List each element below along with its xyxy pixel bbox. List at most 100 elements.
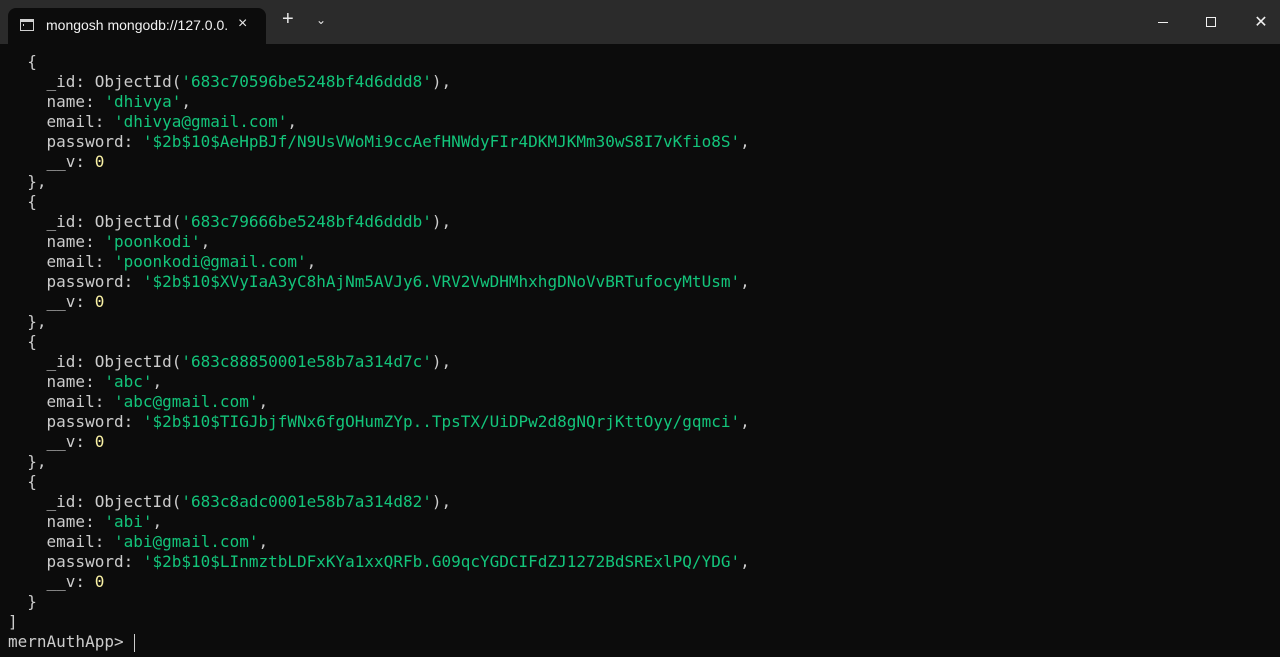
key: password: bbox=[8, 412, 143, 431]
version-value: 0 bbox=[94, 432, 105, 451]
shell-prompt: mernAuthApp> bbox=[8, 632, 124, 651]
object-open: { bbox=[8, 52, 750, 72]
key: password: bbox=[8, 132, 143, 151]
key: __v: bbox=[8, 432, 95, 451]
key: __v: bbox=[8, 152, 95, 171]
brace: }, bbox=[8, 312, 47, 331]
field-name: name: 'dhivya', bbox=[8, 92, 750, 112]
password-value: '$2b$10$LInmztbLDFxKYa1xxQRFb.G09qcYGDCI… bbox=[142, 552, 741, 571]
brace: } bbox=[8, 592, 37, 611]
field-version: __v: 0 bbox=[8, 292, 750, 312]
id-value: '683c88850001e58b7a314d7c' bbox=[181, 352, 432, 371]
text-cursor bbox=[133, 633, 135, 652]
brace: }, bbox=[8, 172, 47, 191]
minimize-button[interactable] bbox=[1138, 0, 1188, 44]
key: name: bbox=[8, 92, 105, 111]
key: email: bbox=[8, 112, 114, 131]
minimize-icon bbox=[1158, 21, 1168, 23]
field-name: name: 'abi', bbox=[8, 512, 750, 532]
key: _id: ObjectId( bbox=[8, 492, 182, 511]
object-open: { bbox=[8, 332, 750, 352]
email-value: 'abc@gmail.com' bbox=[113, 392, 259, 411]
punct: , bbox=[181, 92, 192, 111]
punct: , bbox=[740, 412, 750, 431]
key: email: bbox=[8, 392, 114, 411]
punct: , bbox=[152, 512, 163, 531]
object-close: }, bbox=[8, 312, 750, 332]
email-value: 'poonkodi@gmail.com' bbox=[113, 252, 307, 271]
tab-dropdown-button[interactable]: ⌄ bbox=[316, 13, 326, 27]
password-value: '$2b$10$XVyIaA3yC8hAjNm5AVJy6.VRV2VwDHMh… bbox=[142, 272, 741, 291]
field-name: name: 'abc', bbox=[8, 372, 750, 392]
key: email: bbox=[8, 532, 114, 551]
punct: , bbox=[152, 372, 163, 391]
name-value: 'abi' bbox=[104, 512, 153, 531]
brace: { bbox=[8, 52, 37, 71]
brace: { bbox=[8, 332, 37, 351]
terminal-lines: { _id: ObjectId( '683c70596be5248bf4d6ddd… bbox=[8, 52, 750, 652]
password-value: '$2b$10$TIGJbjfWNx6fgOHumZYp..TpsTX/UiDP… bbox=[142, 412, 741, 431]
name-value: 'abc' bbox=[104, 372, 153, 391]
key: _id: ObjectId( bbox=[8, 212, 182, 231]
field-password: password: '$2b$10$XVyIaA3yC8hAjNm5AVJy6.… bbox=[8, 272, 750, 292]
field-name: name: 'poonkodi', bbox=[8, 232, 750, 252]
key: __v: bbox=[8, 572, 95, 591]
new-tab-button[interactable]: + bbox=[282, 9, 294, 29]
key: name: bbox=[8, 512, 105, 531]
field-id: _id: ObjectId('683c79666be5248bf4d6dddb'… bbox=[8, 212, 750, 232]
version-value: 0 bbox=[94, 292, 105, 311]
name-value: 'dhivya' bbox=[104, 92, 182, 111]
punct: , bbox=[740, 132, 750, 151]
brace: { bbox=[8, 192, 37, 211]
object-open: { bbox=[8, 192, 750, 212]
field-version: __v: 0 bbox=[8, 152, 750, 172]
close-window-button[interactable]: ✕ bbox=[1236, 0, 1280, 44]
key: name: bbox=[8, 372, 105, 391]
field-id: _id: ObjectId('683c8adc0001e58b7a314d82'… bbox=[8, 492, 750, 512]
terminal-output[interactable]: { _id: ObjectId( '683c70596be5248bf4d6ddd… bbox=[0, 44, 1280, 657]
terminal-tab[interactable]: mongosh mongodb://127.0.0. × bbox=[8, 8, 266, 44]
punct: , bbox=[258, 392, 269, 411]
object-close: }, bbox=[8, 452, 750, 472]
field-password: password: '$2b$10$LInmztbLDFxKYa1xxQRFb.… bbox=[8, 552, 750, 572]
email-value: 'abi@gmail.com' bbox=[113, 532, 259, 551]
field-id: _id: ObjectId('683c88850001e58b7a314d7c'… bbox=[8, 352, 750, 372]
punct: , bbox=[306, 252, 317, 271]
punct: , bbox=[287, 112, 297, 131]
punct: , bbox=[258, 532, 269, 551]
key: _id: ObjectId( bbox=[8, 352, 182, 371]
key: password: bbox=[8, 272, 143, 291]
array-close: ] bbox=[8, 612, 750, 632]
field-version: __v: 0 bbox=[8, 572, 750, 592]
punct: , bbox=[200, 232, 211, 251]
punct: ), bbox=[431, 72, 452, 91]
field-email: email: 'poonkodi@gmail.com', bbox=[8, 252, 750, 272]
punct: ), bbox=[431, 352, 452, 371]
brace: }, bbox=[8, 452, 47, 471]
id-value: '683c79666be5248bf4d6dddb' bbox=[181, 212, 432, 231]
key: email: bbox=[8, 252, 114, 271]
field-email: email: 'abc@gmail.com', bbox=[8, 392, 750, 412]
maximize-button[interactable] bbox=[1186, 0, 1236, 44]
punct: , bbox=[740, 552, 750, 571]
punct: ), bbox=[431, 212, 452, 231]
field-password: password: '$2b$10$TIGJbjfWNx6fgOHumZYp..… bbox=[8, 412, 750, 432]
bracket: ] bbox=[8, 612, 18, 631]
prompt-line[interactable]: mernAuthApp> bbox=[8, 632, 750, 652]
title-bar: mongosh mongodb://127.0.0. × + ⌄ ✕ bbox=[0, 0, 1280, 44]
key: name: bbox=[8, 232, 105, 251]
key: password: bbox=[8, 552, 143, 571]
email-value: 'dhivya@gmail.com' bbox=[113, 112, 288, 131]
field-version: __v: 0 bbox=[8, 432, 750, 452]
tab-close-icon[interactable]: × bbox=[238, 15, 247, 33]
key: __v: bbox=[8, 292, 95, 311]
id-value: '683c8adc0001e58b7a314d82' bbox=[181, 492, 432, 511]
field-password: password: '$2b$10$AeHpBJf/N9UsVWoMi9ccAe… bbox=[8, 132, 750, 152]
field-email: email: 'dhivya@gmail.com', bbox=[8, 112, 750, 132]
password-value: '$2b$10$AeHpBJf/N9UsVWoMi9ccAefHNWdyFIr4… bbox=[142, 132, 741, 151]
id-value: '683c70596be5248bf4d6ddd8' bbox=[181, 72, 432, 91]
brace: { bbox=[8, 472, 37, 491]
object-close: }, bbox=[8, 172, 750, 192]
version-value: 0 bbox=[94, 152, 105, 171]
version-value: 0 bbox=[94, 572, 105, 591]
